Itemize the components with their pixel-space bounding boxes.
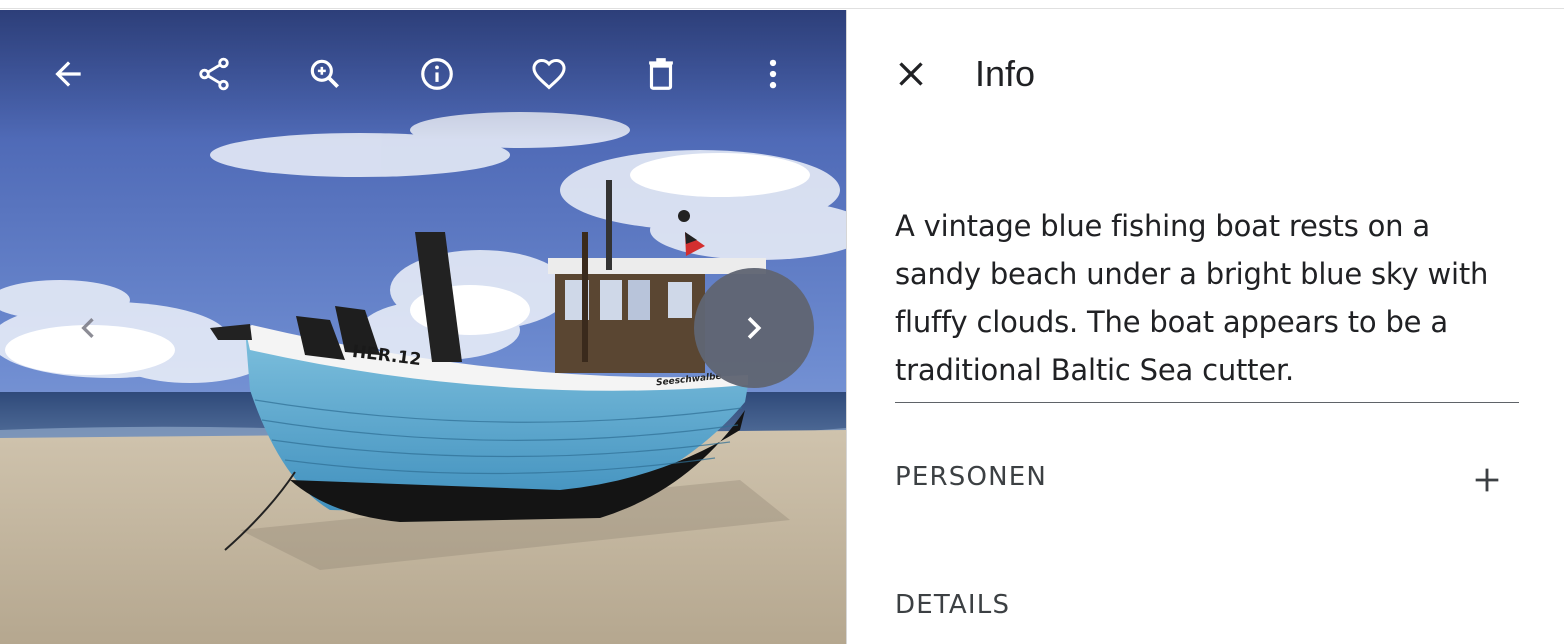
previous-photo-button[interactable] [64, 298, 112, 358]
heart-icon [532, 59, 566, 90]
description-field[interactable]: A vintage blue fishing boat rests on a s… [895, 202, 1519, 403]
add-person-button[interactable] [1463, 460, 1511, 500]
info-icon [421, 58, 453, 90]
people-section-label: PERSONEN [895, 462, 1048, 492]
share-button[interactable] [190, 50, 238, 98]
share-icon [199, 57, 229, 91]
zoom-button[interactable] [301, 50, 349, 98]
viewer-toolbar [0, 10, 846, 140]
photo-viewer: HER.12 Seeschwalbe [0, 10, 846, 644]
back-button[interactable] [44, 50, 92, 98]
zoom-in-icon [310, 59, 340, 89]
info-panel: Info A vintage blue fishing boat rests o… [846, 10, 1564, 644]
chevron-left-icon [81, 318, 94, 338]
details-section-label: DETAILS [895, 590, 1011, 620]
close-info-button[interactable] [887, 50, 935, 98]
info-button[interactable] [413, 50, 461, 98]
panel-title: Info [975, 53, 1036, 94]
trash-icon [649, 58, 673, 90]
close-icon [899, 62, 923, 86]
chevron-right-icon [747, 317, 762, 339]
more-vert-icon [769, 59, 777, 89]
window-top-strip [0, 0, 1564, 9]
next-photo-button[interactable] [694, 268, 814, 388]
more-options-button[interactable] [749, 50, 797, 98]
arrow-back-icon [55, 61, 81, 87]
favorite-button[interactable] [525, 50, 573, 98]
plus-icon [1475, 468, 1499, 492]
delete-button[interactable] [637, 50, 685, 98]
